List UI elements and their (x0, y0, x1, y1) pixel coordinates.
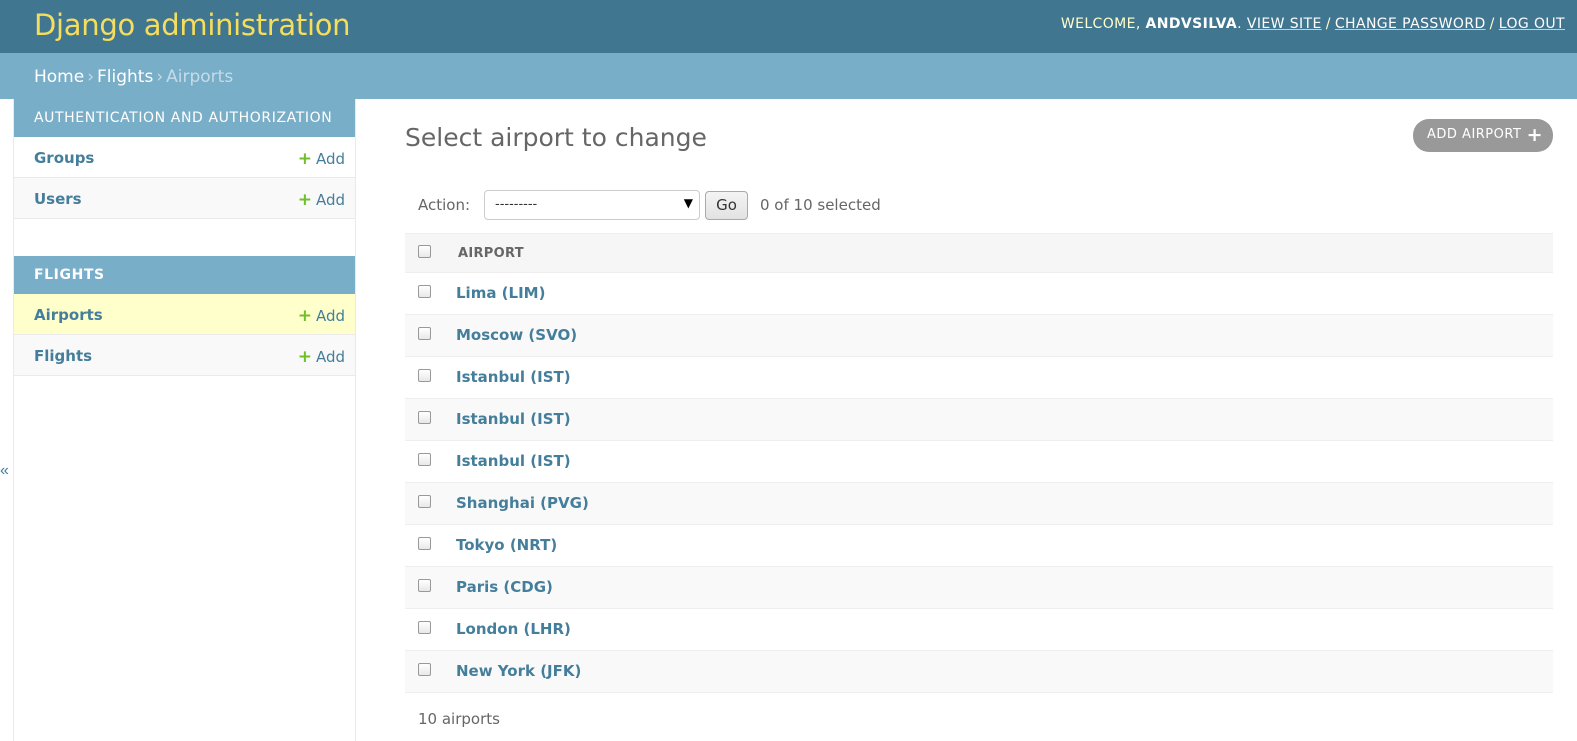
selected-counter: 0 of 10 selected (760, 196, 881, 214)
table-row: Istanbul (IST) (405, 441, 1553, 483)
sidebar-item-flights: Flights + Add (14, 335, 355, 376)
airport-link[interactable]: Moscow (SVO) (456, 326, 577, 344)
nav-sidebar: AUTHENTICATION AND AUTHORIZATION Groups … (13, 99, 356, 741)
sidebar-model-link[interactable]: Flights (34, 347, 92, 365)
username: ANDVSILVA (1145, 16, 1238, 32)
user-tools: WELCOME, ANDVSILVA. VIEW SITE / CHANGE PAS… (1060, 16, 1565, 32)
sidebar-item-airports: Airports + Add (14, 294, 355, 335)
airport-link[interactable]: Shanghai (PVG) (456, 494, 589, 512)
table-row: Paris (CDG) (405, 567, 1553, 609)
column-header-airport[interactable]: AIRPORT (458, 246, 524, 261)
plus-icon: + (297, 149, 312, 169)
table-row: Lima (LIM) (405, 273, 1553, 315)
row-checkbox[interactable] (418, 537, 431, 550)
table-row: Shanghai (PVG) (405, 483, 1553, 525)
table-row: Istanbul (IST) (405, 399, 1553, 441)
action-label: Action: (418, 196, 471, 214)
select-all-checkbox[interactable] (418, 245, 431, 258)
add-airport-label: ADD AIRPORT (1427, 127, 1522, 142)
row-checkbox[interactable] (418, 495, 431, 508)
plus-icon: + (297, 306, 312, 326)
module-caption-flights[interactable]: FLIGHTS (14, 256, 355, 294)
add-label: Add (315, 307, 345, 325)
row-checkbox[interactable] (418, 327, 431, 340)
row-checkbox[interactable] (418, 411, 431, 424)
add-users-link[interactable]: + Add (298, 190, 345, 210)
row-checkbox[interactable] (418, 663, 431, 676)
plus-icon: + (297, 347, 312, 367)
log-out-link[interactable]: LOG OUT (1499, 16, 1565, 32)
change-password-link[interactable]: CHANGE PASSWORD (1335, 16, 1486, 32)
airport-link[interactable]: Paris (CDG) (456, 578, 553, 596)
breadcrumb: Home › Flights › Airports (0, 53, 1577, 99)
sidebar-item-groups: Groups + Add (14, 137, 355, 178)
table-header-row: AIRPORT (405, 233, 1553, 273)
action-selected-value: --------- (495, 197, 538, 212)
row-checkbox[interactable] (418, 453, 431, 466)
row-checkbox[interactable] (418, 285, 431, 298)
breadcrumb-flights[interactable]: Flights (97, 67, 153, 87)
airport-link[interactable]: New York (JFK) (456, 662, 581, 680)
add-airport-button[interactable]: ADD AIRPORT + (1413, 119, 1553, 152)
row-checkbox[interactable] (418, 621, 431, 634)
sidebar-model-link[interactable]: Groups (34, 149, 94, 167)
sidebar-toggle-icon[interactable]: « (0, 462, 9, 480)
add-groups-link[interactable]: + Add (298, 149, 345, 169)
table-row: Istanbul (IST) (405, 357, 1553, 399)
airport-link[interactable]: Istanbul (IST) (456, 410, 571, 428)
table-row: New York (JFK) (405, 651, 1553, 693)
action-select[interactable]: --------- ▼ (484, 190, 700, 220)
page-title: Select airport to change (405, 123, 707, 152)
plus-icon: + (1526, 124, 1543, 146)
site-branding[interactable]: Django administration (34, 8, 351, 42)
airport-link[interactable]: Lima (LIM) (456, 284, 545, 302)
dropdown-arrow-icon: ▼ (683, 196, 693, 210)
table-row: Moscow (SVO) (405, 315, 1553, 357)
airport-link[interactable]: Tokyo (NRT) (456, 536, 557, 554)
add-label: Add (315, 150, 345, 168)
result-table: AIRPORT Lima (LIM) Moscow (SVO) Istanbul… (405, 233, 1553, 693)
header: Django administration WELCOME, ANDVSILVA… (0, 0, 1577, 53)
sidebar-model-link[interactable]: Users (34, 190, 82, 208)
sidebar-item-users: Users + Add (14, 178, 355, 219)
actions-bar: Action: --------- ▼ Go 0 of 10 selected (405, 190, 1553, 232)
go-button[interactable]: Go (705, 191, 748, 220)
airport-link[interactable]: Istanbul (IST) (456, 452, 571, 470)
row-checkbox[interactable] (418, 369, 431, 382)
welcome-text: WELCOME, (1060, 16, 1141, 32)
breadcrumb-current: Airports (166, 67, 234, 87)
add-flights-link[interactable]: + Add (298, 347, 345, 367)
paginator: 10 airports (418, 710, 500, 728)
add-label: Add (315, 191, 345, 209)
row-checkbox[interactable] (418, 579, 431, 592)
table-row: London (LHR) (405, 609, 1553, 651)
sidebar-model-link[interactable]: Airports (34, 306, 103, 324)
breadcrumb-home[interactable]: Home (34, 67, 84, 87)
view-site-link[interactable]: VIEW SITE (1247, 16, 1322, 32)
add-airports-link[interactable]: + Add (298, 306, 345, 326)
airport-link[interactable]: Istanbul (IST) (456, 368, 571, 386)
module-caption-auth[interactable]: AUTHENTICATION AND AUTHORIZATION (14, 99, 355, 137)
airport-link[interactable]: London (LHR) (456, 620, 571, 638)
plus-icon: + (297, 190, 312, 210)
add-label: Add (315, 348, 345, 366)
table-row: Tokyo (NRT) (405, 525, 1553, 567)
